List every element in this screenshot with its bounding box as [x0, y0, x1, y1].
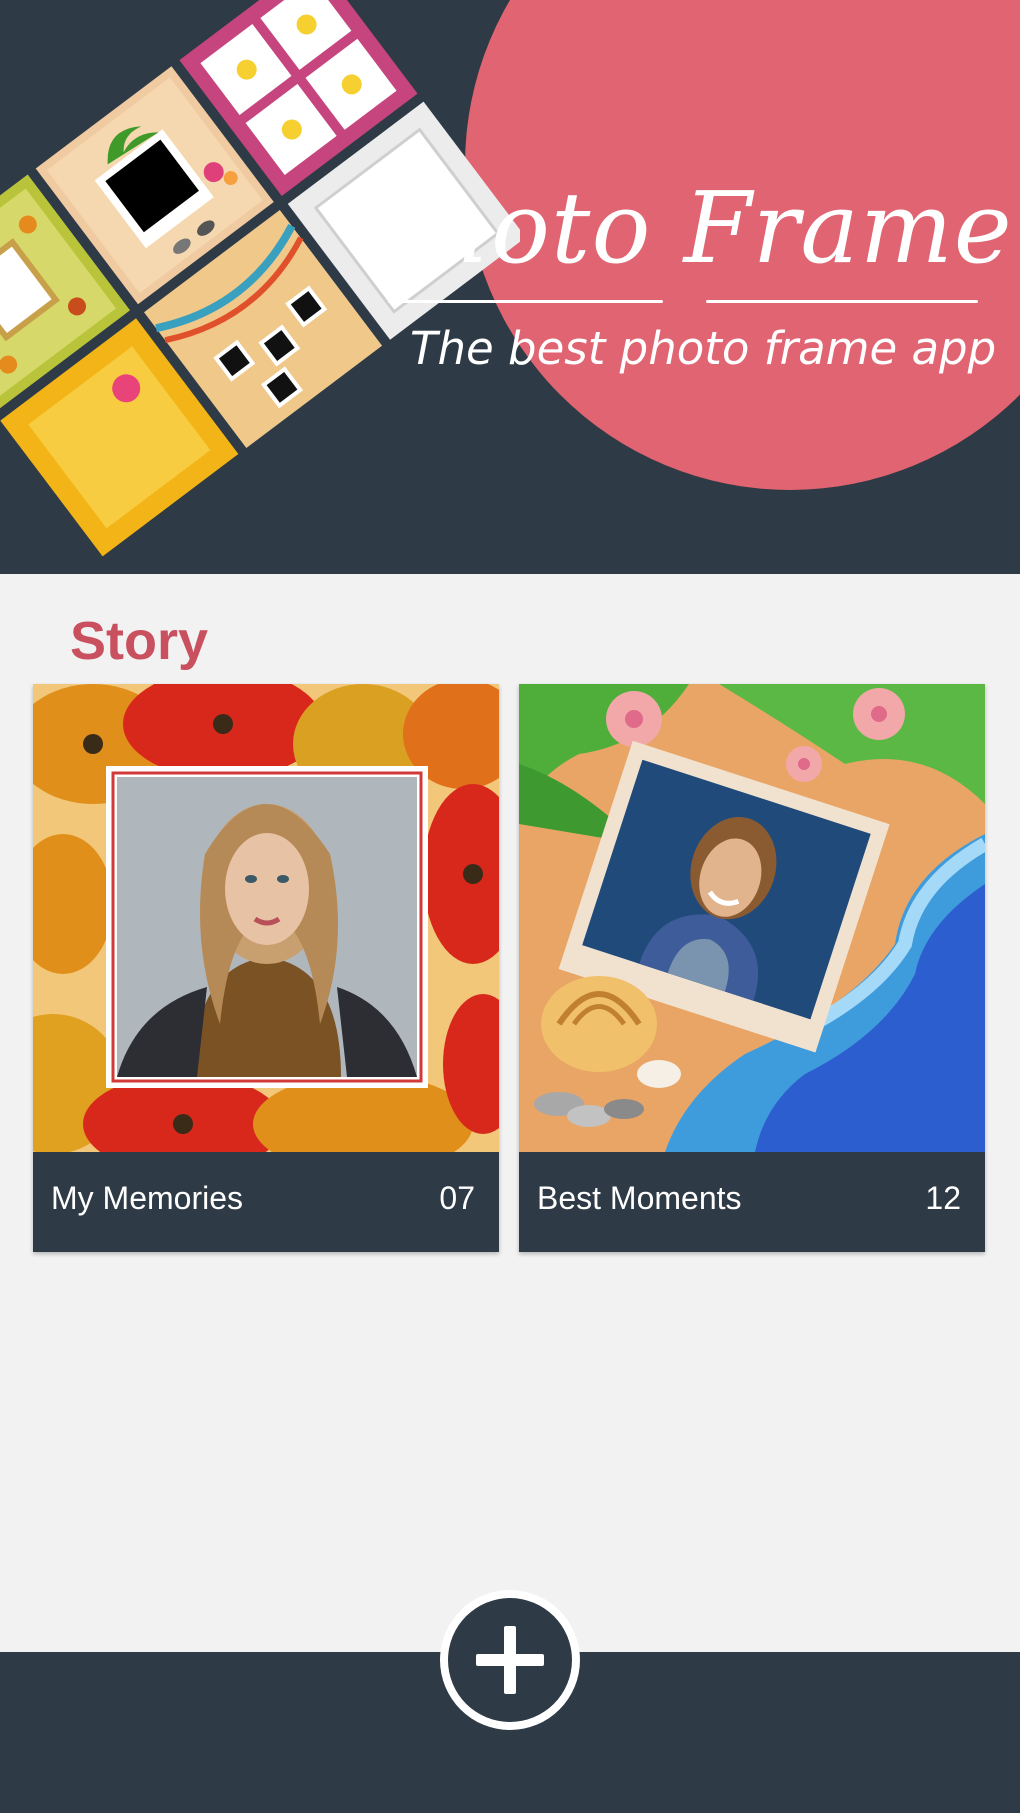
plus-icon	[476, 1626, 544, 1694]
album-card-best-moments[interactable]: Best Moments 12	[519, 684, 985, 1252]
app-title: Photo Frame	[360, 172, 1013, 286]
album-name: Best Moments	[537, 1180, 742, 1216]
title-underline	[388, 300, 978, 304]
app-subtitle: The best photo frame app	[410, 322, 997, 375]
frame-collage-image	[0, 0, 520, 574]
album-count: 12	[925, 1180, 961, 1216]
album-count: 07	[439, 1180, 475, 1216]
header-banner: Photo Frame The best photo frame app	[0, 0, 1020, 574]
album-info-bar: Best Moments 12	[519, 1152, 985, 1252]
album-thumbnail	[33, 684, 499, 1152]
album-card-my-memories[interactable]: My Memories 07	[33, 684, 499, 1252]
section-title-story: Story	[70, 611, 209, 671]
album-name: My Memories	[51, 1180, 244, 1216]
album-thumbnail	[519, 684, 985, 1152]
album-info-bar: My Memories 07	[33, 1152, 499, 1252]
add-album-button[interactable]	[440, 1590, 580, 1730]
